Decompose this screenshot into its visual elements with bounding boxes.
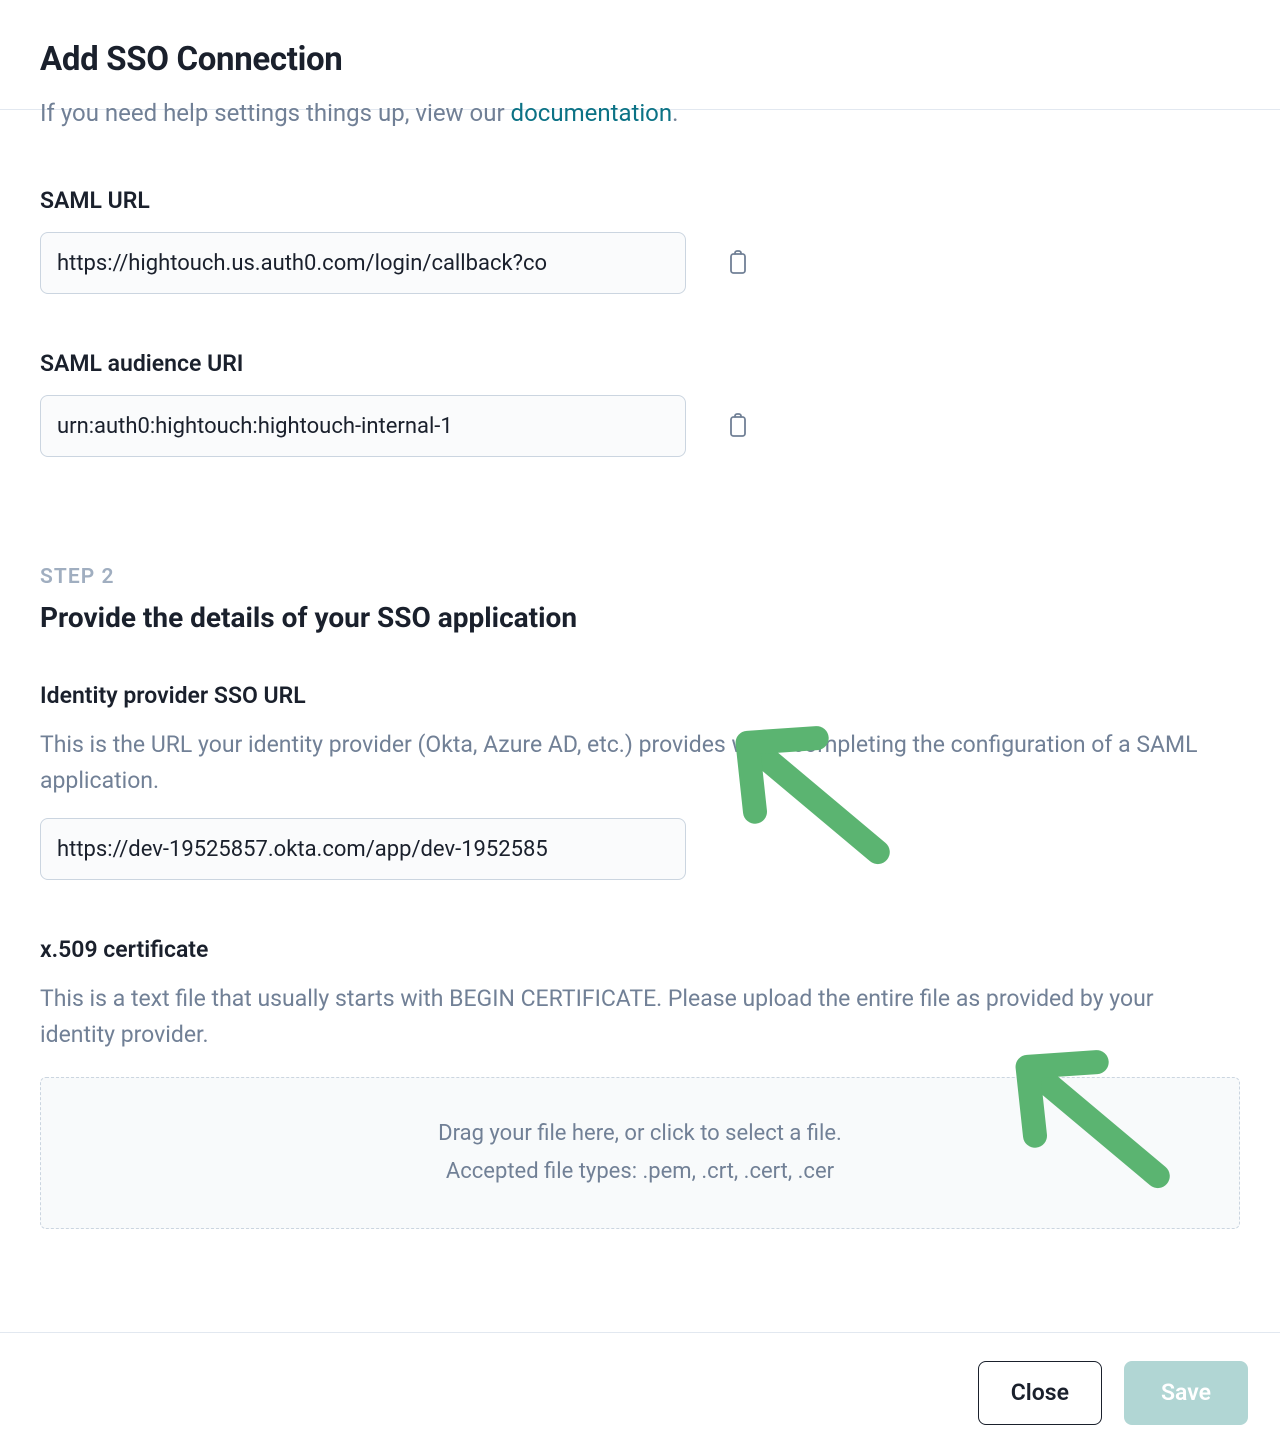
saml-url-input[interactable]: [40, 232, 686, 294]
saml-audience-label: SAML audience URI: [40, 350, 1240, 377]
copy-saml-url-button[interactable]: [724, 249, 752, 277]
close-button[interactable]: Close: [978, 1361, 1102, 1425]
cert-dropzone[interactable]: Drag your file here, or click to select …: [40, 1077, 1240, 1229]
dropzone-line-1: Drag your file here, or click to select …: [438, 1115, 842, 1152]
clipboard-icon: [727, 250, 749, 276]
idp-url-input[interactable]: [40, 818, 686, 880]
cert-description: This is a text file that usually starts …: [40, 981, 1200, 1052]
page-title: Add SSO Connection: [40, 40, 1240, 79]
save-button[interactable]: Save: [1124, 1361, 1248, 1425]
cert-label: x.509 certificate: [40, 936, 1240, 963]
modal-footer: Close Save: [0, 1332, 1280, 1452]
step-2-label: STEP 2: [40, 565, 1240, 589]
saml-url-field: SAML URL: [40, 187, 1240, 294]
idp-url-field: Identity provider SSO URL This is the UR…: [40, 682, 1240, 880]
intro-prefix: If you need help settings things up, vie…: [40, 99, 511, 127]
documentation-link[interactable]: documentation: [511, 99, 673, 127]
intro-text: If you need help settings things up, vie…: [40, 95, 1240, 131]
idp-url-label: Identity provider SSO URL: [40, 682, 1240, 709]
modal-content: If you need help settings things up, vie…: [0, 95, 1280, 1229]
copy-saml-audience-button[interactable]: [724, 412, 752, 440]
step-2-title: Provide the details of your SSO applicat…: [40, 601, 1240, 634]
idp-url-description: This is the URL your identity provider (…: [40, 727, 1200, 798]
intro-suffix: .: [672, 99, 678, 127]
saml-url-label: SAML URL: [40, 187, 1240, 214]
saml-audience-input[interactable]: [40, 395, 686, 457]
cert-field: x.509 certificate This is a text file th…: [40, 936, 1240, 1228]
modal-header: Add SSO Connection: [0, 0, 1280, 110]
saml-audience-field: SAML audience URI: [40, 350, 1240, 457]
clipboard-icon: [727, 413, 749, 439]
dropzone-line-2: Accepted file types: .pem, .crt, .cert, …: [446, 1153, 834, 1190]
